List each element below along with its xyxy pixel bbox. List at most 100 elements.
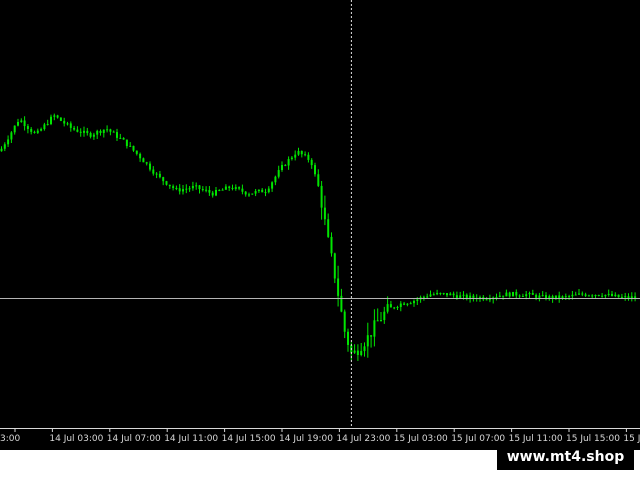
candle-body	[238, 187, 241, 189]
candle-body	[459, 295, 462, 298]
candle-body	[624, 296, 627, 298]
candle-body	[436, 292, 439, 295]
candle-body	[284, 165, 287, 167]
candle-body	[366, 335, 369, 347]
chart-canvas[interactable]: 3:00 14 Jul 03:00 14 Jul 07:00 14 Jul 11:00…	[0, 0, 640, 480]
time-tick-label: 14 Jul 11:00	[164, 434, 218, 444]
candle-body	[304, 154, 307, 156]
candle-body	[333, 253, 336, 279]
candle-body	[201, 189, 204, 191]
candle-body	[297, 150, 300, 155]
candle-body	[449, 293, 452, 296]
candle-body	[300, 150, 303, 155]
candle-body	[195, 185, 198, 187]
candle-body	[406, 303, 409, 305]
candle-body	[7, 139, 10, 145]
candle-body	[455, 295, 458, 298]
candle-body	[208, 190, 211, 193]
candle-body	[627, 296, 630, 299]
candle-body	[221, 189, 224, 191]
candle-body	[274, 176, 277, 183]
candle-body	[446, 293, 448, 296]
candle-body	[399, 303, 402, 307]
candle-body	[63, 120, 66, 124]
candle-body	[498, 295, 501, 297]
candle-body	[53, 115, 56, 117]
candle-body	[323, 207, 326, 220]
candle-body	[50, 116, 52, 125]
candle-body	[109, 129, 112, 132]
candle-body	[188, 188, 191, 190]
candle-body	[271, 182, 274, 189]
candle-body	[353, 350, 356, 353]
candle-body	[277, 170, 280, 177]
candle-body	[96, 130, 99, 135]
candle-body	[505, 292, 508, 297]
time-tick-label: 15 Jul 15:00	[566, 434, 620, 444]
candle-body	[611, 293, 613, 297]
candle-body	[135, 150, 138, 154]
time-tick-label: 14 Jul 19:00	[279, 434, 333, 444]
candle-body	[218, 189, 221, 191]
candle-body	[363, 346, 366, 352]
candle-body	[541, 295, 544, 297]
candle-body	[215, 189, 217, 196]
candle-body	[317, 174, 320, 186]
candle-body	[152, 169, 155, 174]
candle-body	[574, 294, 577, 296]
candle-body	[172, 186, 175, 188]
candle-body	[211, 192, 214, 196]
candle-body	[630, 296, 633, 299]
candle-body	[287, 159, 290, 166]
time-tick-label: 14 Jul 23:00	[336, 434, 390, 444]
candle-body	[129, 145, 132, 147]
candle-body	[314, 165, 316, 175]
candle-body	[254, 191, 257, 194]
candle-body	[178, 188, 181, 192]
candle-body	[376, 320, 379, 322]
candle-body	[158, 173, 161, 178]
candle-body	[604, 294, 607, 297]
candle-body	[373, 320, 376, 337]
candle-body	[327, 219, 330, 237]
candle-body	[591, 295, 594, 297]
candle-body	[383, 311, 386, 321]
candle-body	[472, 295, 475, 298]
candle-body	[139, 153, 142, 159]
candle-body	[587, 295, 590, 297]
candle-body	[512, 291, 514, 297]
candle-body	[20, 120, 23, 122]
candle-body	[380, 320, 382, 322]
candle-body	[261, 189, 264, 193]
candle-body	[182, 189, 184, 192]
candle-body	[17, 121, 19, 126]
candle-body	[617, 294, 620, 298]
candle-body	[224, 186, 227, 190]
candle-body	[310, 159, 313, 166]
candle-body	[83, 130, 85, 133]
candle-body	[462, 294, 465, 296]
candle-body	[360, 351, 363, 356]
time-tick-label: 15 Jul 11:00	[509, 434, 563, 444]
candle-body	[198, 185, 201, 190]
candle-body	[502, 295, 505, 297]
candle-body	[531, 293, 534, 295]
price-chart[interactable]: 3:00 14 Jul 03:00 14 Jul 07:00 14 Jul 11:00…	[0, 0, 640, 480]
candle-body	[634, 296, 637, 298]
candle-body	[106, 129, 109, 131]
candle-body	[601, 295, 604, 297]
candle-body	[416, 299, 419, 301]
candle-body	[257, 189, 260, 192]
candle-body	[432, 294, 435, 296]
candle-body	[396, 306, 399, 308]
chart-background	[0, 0, 640, 480]
candle-body	[69, 123, 72, 128]
candle-body	[132, 145, 135, 151]
candle-body	[73, 127, 76, 130]
candle-body	[76, 129, 79, 132]
time-tick-label: 14 Jul 15:00	[222, 434, 276, 444]
candle-body	[422, 296, 425, 298]
candle-body	[525, 294, 528, 297]
time-tick-label: 14 Jul 03:00	[49, 434, 103, 444]
candle-body	[191, 185, 194, 189]
